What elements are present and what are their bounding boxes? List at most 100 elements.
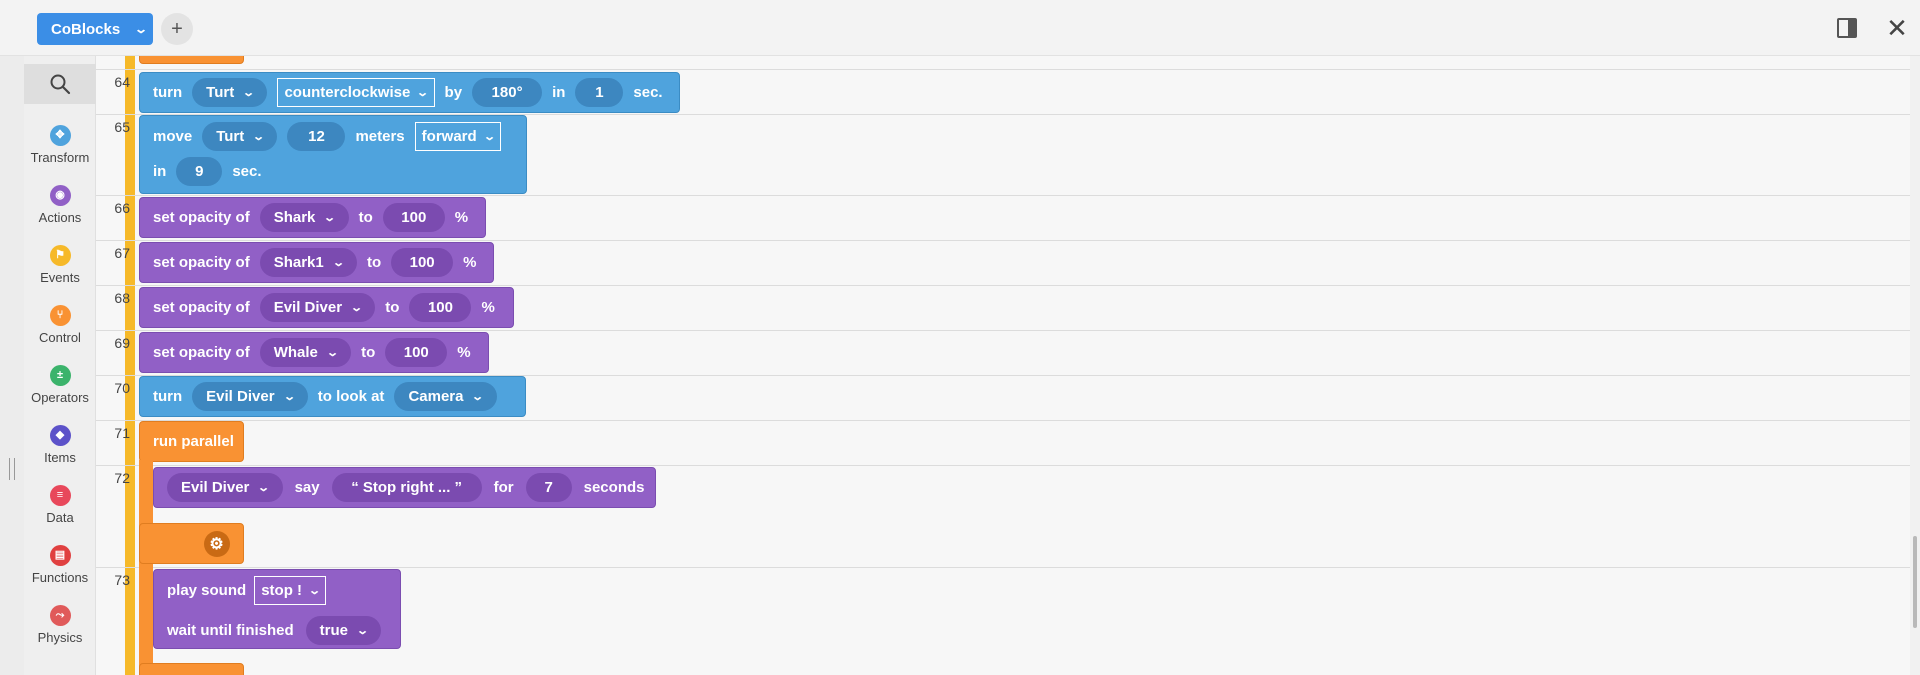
- dropdown-value: counterclockwise: [284, 84, 411, 101]
- line-number: 64: [114, 74, 130, 90]
- chevron-down-icon: ⌄: [350, 302, 364, 314]
- category-transform[interactable]: ✥ Transform: [24, 125, 96, 165]
- block-keyword: in: [552, 84, 566, 101]
- category-label: Data: [46, 510, 74, 525]
- parallel-branch-rail: [139, 460, 153, 675]
- line-number: 71: [114, 425, 130, 441]
- line-number: 72: [114, 470, 130, 486]
- move-block-row: move Turt ⌄ 12 meters forward ⌄: [153, 122, 501, 151]
- operators-icon: ±: [49, 365, 71, 386]
- speech-text-input[interactable]: “ Stop right ... ”: [331, 473, 482, 502]
- set-opacity-block[interactable]: set opacity of Shark1 ⌄ to 100 %: [139, 242, 494, 283]
- object-dropdown[interactable]: Camera ⌄: [394, 382, 497, 411]
- block-keyword: for: [493, 479, 514, 496]
- category-operators[interactable]: ± Operators: [24, 365, 96, 405]
- set-opacity-block[interactable]: set opacity of Whale ⌄ to 100 %: [139, 332, 489, 373]
- category-control[interactable]: ⑂ Control: [24, 305, 96, 345]
- row-divider: [96, 465, 1910, 466]
- block-keyword: say: [294, 479, 320, 496]
- chevron-down-icon: ⌄: [282, 391, 296, 403]
- say-block[interactable]: Evil Diver ⌄ say “ Stop right ... ” for 7…: [153, 467, 656, 508]
- category-actions[interactable]: ◉ Actions: [24, 185, 96, 225]
- block-keyword: move: [153, 128, 193, 145]
- line-number: 69: [114, 335, 130, 351]
- parallel-branch-separator[interactable]: ⚙: [139, 523, 244, 564]
- dropdown-value: stop !: [261, 582, 303, 599]
- branch-icon: ⑂: [49, 305, 71, 326]
- target-dropdown[interactable]: Evil Diver ⌄: [192, 382, 308, 411]
- vertical-scrollbar[interactable]: [1910, 56, 1920, 675]
- angle-input[interactable]: 180°: [472, 78, 543, 107]
- duration-input[interactable]: 1: [575, 78, 624, 107]
- control-block-end[interactable]: [139, 56, 244, 64]
- line-number: 73: [114, 572, 130, 588]
- close-icon[interactable]: ✕: [1885, 14, 1909, 42]
- block-keyword: play sound: [167, 582, 247, 599]
- dropdown-value: Turt: [216, 128, 245, 145]
- project-dropdown-button[interactable]: CoBlocks ⌄: [37, 13, 153, 45]
- gear-icon[interactable]: ⚙: [203, 530, 230, 557]
- run-parallel-block[interactable]: run parallel: [139, 421, 244, 462]
- control-block-end[interactable]: [139, 663, 244, 675]
- distance-input[interactable]: 12: [287, 122, 346, 151]
- line-number: 66: [114, 200, 130, 216]
- category-physics[interactable]: ⤳ Physics: [24, 605, 96, 645]
- target-dropdown[interactable]: Turt ⌄: [202, 122, 278, 151]
- add-button[interactable]: +: [161, 13, 193, 45]
- turn-block[interactable]: turn Turt ⌄ counterclockwise ⌄ by 180° in …: [139, 72, 680, 113]
- wait-dropdown[interactable]: true ⌄: [305, 616, 382, 645]
- category-functions[interactable]: ▤ Functions: [24, 545, 96, 585]
- target-dropdown[interactable]: Shark ⌄: [259, 203, 349, 232]
- search-button[interactable]: [24, 64, 96, 104]
- category-events[interactable]: ⚑ Events: [24, 245, 96, 285]
- duration-input[interactable]: 7: [525, 473, 572, 502]
- category-label: Events: [40, 270, 80, 285]
- speaker-dropdown[interactable]: Evil Diver ⌄: [167, 473, 283, 502]
- block-keyword: to: [366, 254, 382, 271]
- set-opacity-block[interactable]: set opacity of Evil Diver ⌄ to 100 %: [139, 287, 514, 328]
- toggle-panel-icon[interactable]: [1837, 18, 1857, 38]
- turn-to-look-block[interactable]: turn Evil Diver ⌄ to look at Camera ⌄: [139, 376, 526, 417]
- target-dropdown[interactable]: Turt ⌄: [192, 78, 268, 107]
- resize-grip-icon[interactable]: [9, 458, 15, 480]
- chevron-down-icon: ⌄: [252, 131, 266, 143]
- opacity-input[interactable]: 100: [409, 293, 472, 322]
- opacity-input[interactable]: 100: [382, 203, 445, 232]
- block-keyword: wait until finished: [167, 622, 294, 639]
- line-number: 70: [114, 380, 130, 396]
- target-dropdown[interactable]: Whale ⌄: [259, 338, 352, 367]
- category-data[interactable]: ≡ Data: [24, 485, 96, 525]
- direction-dropdown[interactable]: forward ⌄: [414, 122, 501, 151]
- block-keyword: %: [481, 299, 495, 316]
- sound-dropdown[interactable]: stop ! ⌄: [254, 576, 327, 605]
- move-block[interactable]: move Turt ⌄ 12 meters forward ⌄ in 9 sec.: [139, 115, 527, 194]
- line-number: 67: [114, 245, 130, 261]
- block-keyword: seconds: [583, 479, 645, 496]
- chevron-down-icon: ⌄: [134, 22, 149, 36]
- category-label: Control: [39, 330, 81, 345]
- row-divider: [96, 330, 1910, 331]
- target-dropdown[interactable]: Shark1 ⌄: [259, 248, 357, 277]
- category-items[interactable]: ◆ Items: [24, 425, 96, 465]
- row-divider: [96, 420, 1910, 421]
- opacity-input[interactable]: 100: [391, 248, 454, 277]
- code-editor[interactable]: 64 65 66 67 68 69 70 71 72 73 turn Turt ⌄…: [96, 56, 1910, 675]
- block-keyword: sec.: [633, 84, 663, 101]
- scrollbar-thumb[interactable]: [1913, 536, 1917, 628]
- block-keyword: sec.: [232, 163, 262, 180]
- chevron-down-icon: ⌄: [326, 347, 339, 359]
- row-divider: [96, 567, 1910, 568]
- duration-input[interactable]: 9: [176, 157, 223, 186]
- row-divider: [96, 240, 1910, 241]
- target-dropdown[interactable]: Evil Diver ⌄: [259, 293, 376, 322]
- set-opacity-block[interactable]: set opacity of Shark ⌄ to 100 %: [139, 197, 486, 238]
- play-sound-block[interactable]: play sound stop ! ⌄ wait until finished t…: [153, 569, 401, 649]
- dropdown-value: Evil Diver: [206, 388, 275, 405]
- category-label: Transform: [30, 150, 90, 165]
- dropdown-value: forward: [421, 128, 477, 145]
- line-number: 65: [114, 119, 130, 135]
- block-keyword: to: [385, 299, 400, 316]
- opacity-input[interactable]: 100: [385, 338, 448, 367]
- direction-dropdown[interactable]: counterclockwise ⌄: [277, 78, 435, 107]
- block-keyword: %: [463, 254, 477, 271]
